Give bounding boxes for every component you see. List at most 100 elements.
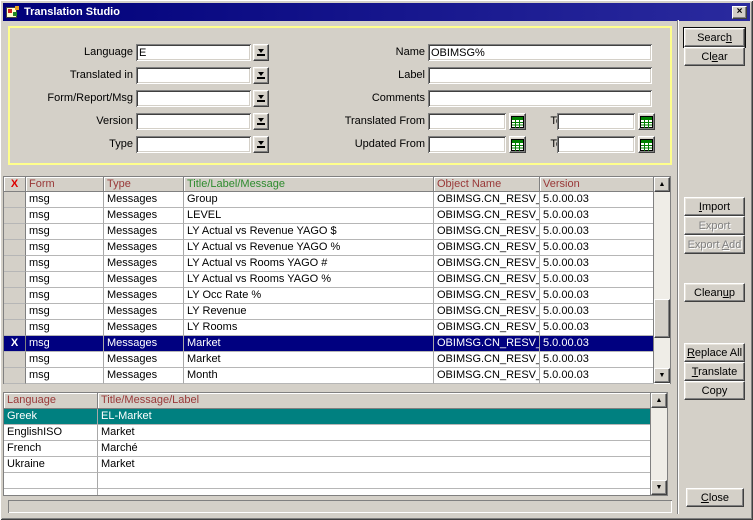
cell-form: msg bbox=[26, 240, 104, 256]
table-row[interactable]: Ukraine Market bbox=[4, 457, 667, 473]
cell-language bbox=[4, 489, 98, 496]
table-row[interactable]: msg Messages Group OBIMSG.CN_RESV_PACE 5… bbox=[4, 192, 670, 208]
scroll-down-icon[interactable]: ▼ bbox=[651, 480, 667, 495]
name-input[interactable] bbox=[428, 44, 652, 61]
form-report-msg-input[interactable] bbox=[136, 90, 251, 107]
cell-form: msg bbox=[26, 288, 104, 304]
scroll-up-icon[interactable]: ▲ bbox=[654, 177, 670, 192]
replace-all-button[interactable]: Replace All bbox=[684, 343, 745, 362]
type-input[interactable] bbox=[136, 136, 251, 153]
form-report-msg-label: Form/Report/Msg bbox=[10, 90, 133, 107]
language-input[interactable] bbox=[136, 44, 251, 61]
table-row[interactable]: msg Messages LY Actual vs Rooms YAGO # O… bbox=[4, 256, 670, 272]
search-panel: Language Name Translated in Label Form/R… bbox=[8, 26, 672, 165]
copy-button[interactable]: Copy bbox=[684, 381, 745, 400]
translated-from-calendar-button[interactable] bbox=[509, 113, 526, 130]
version-input[interactable] bbox=[136, 113, 251, 130]
table-row[interactable]: EnglishISO Market bbox=[4, 425, 667, 441]
cell-type: Messages bbox=[104, 288, 184, 304]
close-window-button[interactable]: × bbox=[732, 6, 747, 19]
cell-object-name: OBIMSG.CN_RESV_PACE bbox=[434, 352, 540, 368]
cell-title: LY Actual vs Revenue YAGO $ bbox=[184, 224, 434, 240]
translated-in-lov-button[interactable] bbox=[253, 67, 269, 84]
cell-title: LY Rooms bbox=[184, 320, 434, 336]
updated-to-calendar-button[interactable] bbox=[638, 136, 655, 153]
record-indicator bbox=[4, 224, 26, 240]
cell-form: msg bbox=[26, 336, 104, 352]
version-label: Version bbox=[10, 113, 133, 130]
table-row[interactable]: msg Messages LY Actual vs Revenue YAGO $… bbox=[4, 224, 670, 240]
clear-button[interactable]: Clear bbox=[684, 47, 745, 66]
translations-table: Language Title/Message/Label Greek EL-Ma… bbox=[3, 392, 668, 496]
table-row[interactable]: msg Messages LY Occ Rate % OBIMSG.CN_RES… bbox=[4, 288, 670, 304]
cell-title: Market bbox=[184, 352, 434, 368]
export-add-button: Export Add bbox=[684, 235, 745, 254]
table-row[interactable]: msg Messages LEVEL OBIMSG.CN_RESV_PACE 5… bbox=[4, 208, 670, 224]
table-row[interactable]: msg Messages LY Actual vs Rooms YAGO % O… bbox=[4, 272, 670, 288]
app-icon bbox=[6, 6, 20, 19]
updated-to-input[interactable] bbox=[557, 136, 635, 153]
label-input[interactable] bbox=[428, 67, 652, 84]
lov-dropdown-icon bbox=[257, 141, 265, 148]
translated-in-input[interactable] bbox=[136, 67, 251, 84]
translated-from-label: Translated From bbox=[290, 113, 425, 130]
scroll-thumb[interactable] bbox=[654, 299, 670, 338]
version-lov-button[interactable] bbox=[253, 113, 269, 130]
column-header-version: Version bbox=[540, 177, 654, 192]
panel-divider bbox=[677, 20, 679, 514]
cell-title-message-label: Market bbox=[98, 425, 651, 441]
record-indicator: X bbox=[4, 336, 26, 352]
lov-dropdown-icon bbox=[257, 95, 265, 102]
form-report-msg-lov-button[interactable] bbox=[253, 90, 269, 107]
cleanup-button[interactable]: Cleanup bbox=[684, 283, 745, 302]
record-indicator bbox=[4, 240, 26, 256]
cell-title: LY Revenue bbox=[184, 304, 434, 320]
cell-form: msg bbox=[26, 304, 104, 320]
type-label: Type bbox=[10, 136, 133, 153]
translate-button[interactable]: Translate bbox=[684, 362, 745, 381]
type-lov-button[interactable] bbox=[253, 136, 269, 153]
cell-title: LY Actual vs Rooms YAGO # bbox=[184, 256, 434, 272]
cell-object-name: OBIMSG.CN_RESV_PACE bbox=[434, 208, 540, 224]
table-row[interactable]: X msg Messages Market OBIMSG.CN_RESV_PAC… bbox=[4, 336, 670, 352]
comments-input[interactable] bbox=[428, 90, 652, 107]
table-row[interactable] bbox=[4, 489, 667, 496]
table-row[interactable]: msg Messages LY Actual vs Revenue YAGO %… bbox=[4, 240, 670, 256]
cell-title: Month bbox=[184, 368, 434, 384]
cell-language bbox=[4, 473, 98, 489]
language-lov-button[interactable] bbox=[253, 44, 269, 61]
translated-from-input[interactable] bbox=[428, 113, 506, 130]
translated-to-input[interactable] bbox=[557, 113, 635, 130]
table-row[interactable] bbox=[4, 473, 667, 489]
scroll-down-icon[interactable]: ▼ bbox=[654, 368, 670, 383]
cell-version: 5.0.00.03 bbox=[540, 320, 654, 336]
table-row[interactable]: msg Messages LY Rooms OBIMSG.CN_RESV_PAC… bbox=[4, 320, 670, 336]
record-indicator bbox=[4, 256, 26, 272]
cell-version: 5.0.00.03 bbox=[540, 272, 654, 288]
table-row[interactable]: msg Messages Month OBIMSG.CN_RESV_PACE 5… bbox=[4, 368, 670, 384]
cell-version: 5.0.00.03 bbox=[540, 256, 654, 272]
translations-scrollbar[interactable]: ▲ ▼ bbox=[650, 393, 667, 495]
results-scrollbar[interactable]: ▲ ▼ bbox=[653, 177, 670, 383]
close-button[interactable]: Close bbox=[686, 488, 744, 507]
scroll-up-icon[interactable]: ▲ bbox=[651, 393, 667, 408]
search-button[interactable]: Search bbox=[684, 28, 745, 47]
cell-type: Messages bbox=[104, 304, 184, 320]
cell-object-name: OBIMSG.CN_RESV_PACE bbox=[434, 256, 540, 272]
table-row[interactable]: French Marché bbox=[4, 441, 667, 457]
record-indicator bbox=[4, 208, 26, 224]
updated-from-calendar-button[interactable] bbox=[509, 136, 526, 153]
translations-rows: Greek EL-Market EnglishISO Market French… bbox=[4, 409, 667, 496]
cell-title-message-label: EL-Market bbox=[98, 409, 651, 425]
titlebar[interactable]: Translation Studio × bbox=[3, 3, 750, 21]
table-row[interactable]: msg Messages Market OBIMSG.CN_RESV_PACE … bbox=[4, 352, 670, 368]
translated-to-calendar-button[interactable] bbox=[638, 113, 655, 130]
calendar-icon bbox=[640, 116, 653, 128]
cell-language: EnglishISO bbox=[4, 425, 98, 441]
table-row[interactable]: Greek EL-Market bbox=[4, 409, 667, 425]
table-row[interactable]: msg Messages LY Revenue OBIMSG.CN_RESV_P… bbox=[4, 304, 670, 320]
updated-from-input[interactable] bbox=[428, 136, 506, 153]
import-button[interactable]: Import bbox=[684, 197, 745, 216]
cell-type: Messages bbox=[104, 256, 184, 272]
column-header-form: Form bbox=[26, 177, 104, 192]
